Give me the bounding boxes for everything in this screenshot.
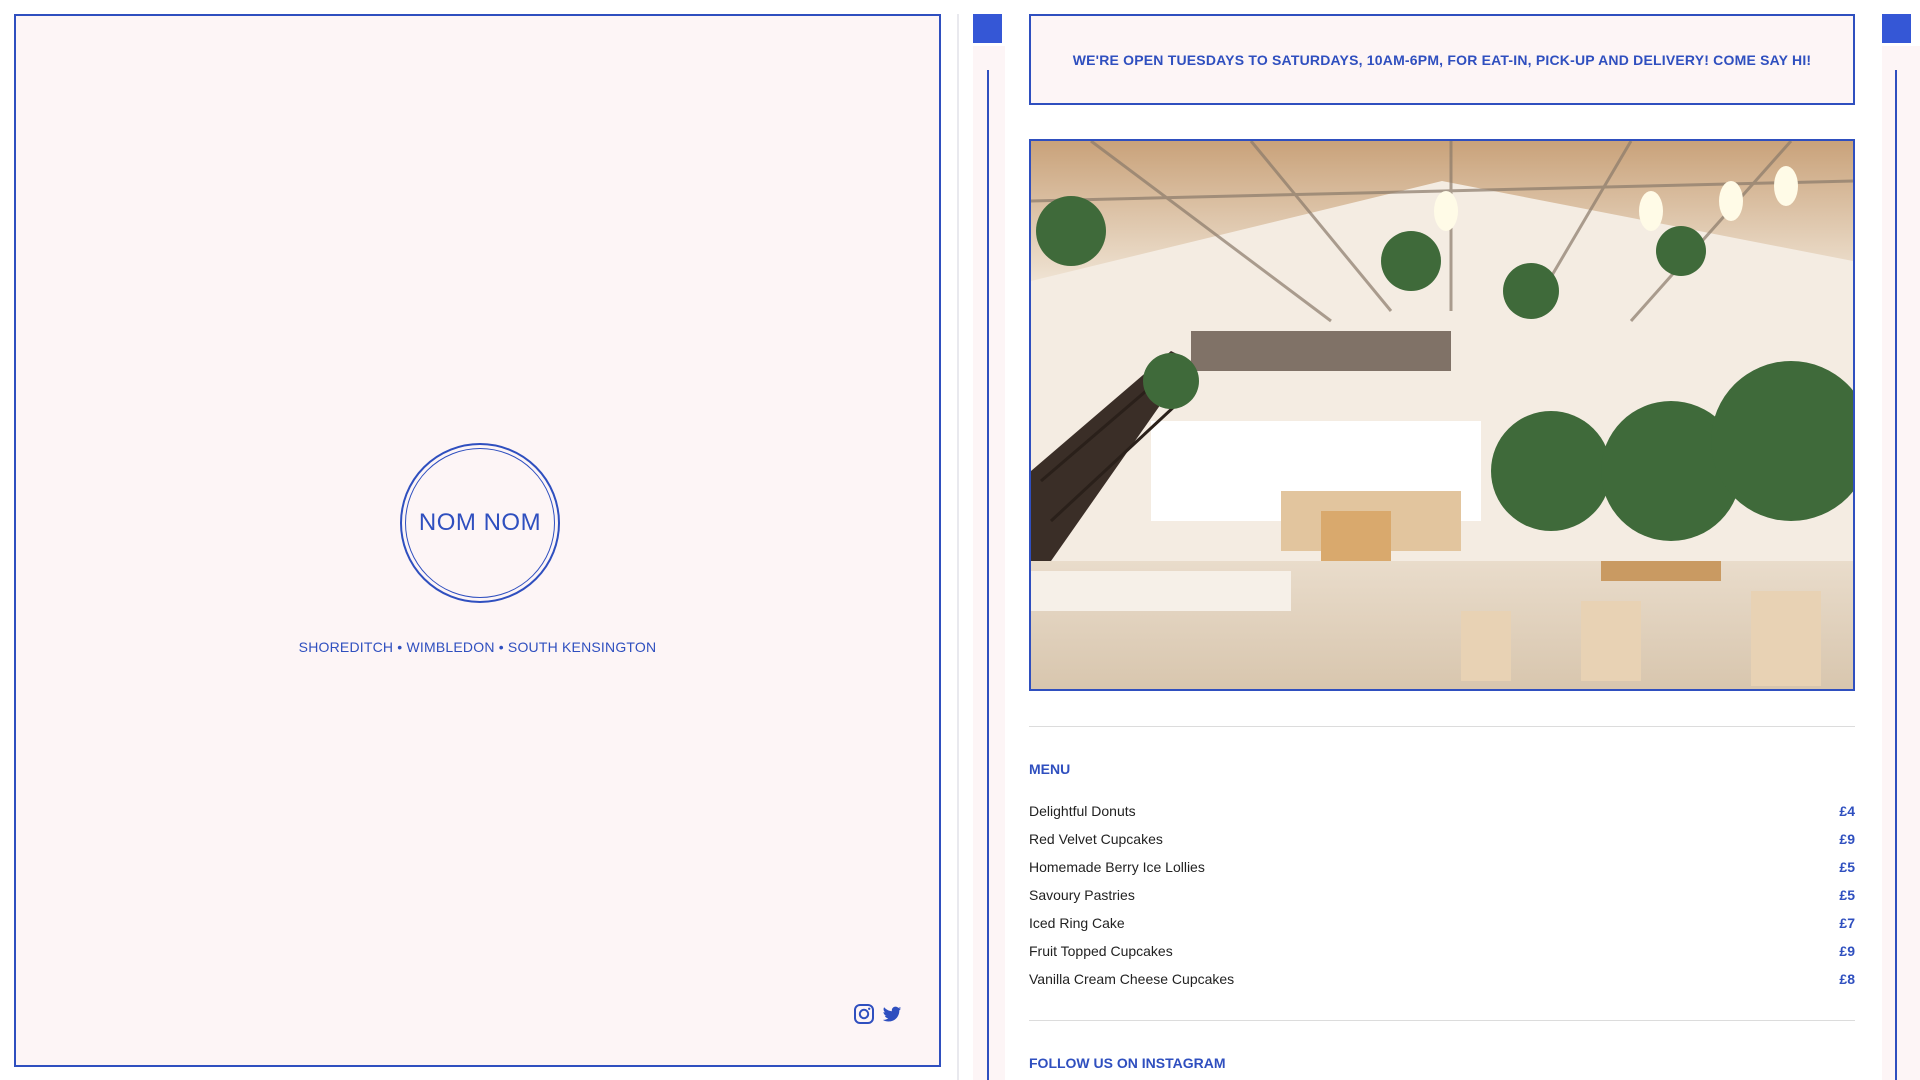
hero-panel: NOM NOM SHOREDITCH • WIMBLEDON • SOUTH K… bbox=[14, 14, 941, 1067]
menu-item-name: Fruit Topped Cupcakes bbox=[1029, 943, 1173, 959]
menu-item-name: Red Velvet Cupcakes bbox=[1029, 831, 1163, 847]
menu-item-name: Vanilla Cream Cheese Cupcakes bbox=[1029, 971, 1235, 987]
right-accent-line bbox=[1895, 70, 1897, 1080]
instagram-heading[interactable]: FOLLOW US ON INSTAGRAM bbox=[1029, 1055, 1855, 1071]
menu-list: Delightful Donuts £4 Red Velvet Cupcakes… bbox=[1029, 797, 1855, 993]
divider-line bbox=[957, 14, 959, 1080]
menu-item-price: £5 bbox=[1839, 887, 1855, 903]
menu-item-price: £8 bbox=[1839, 971, 1855, 987]
menu-item-price: £5 bbox=[1839, 859, 1855, 875]
menu-item-price: £7 bbox=[1839, 915, 1855, 931]
menu-item-price: £4 bbox=[1839, 803, 1855, 819]
opening-hours-banner: WE'RE OPEN TUESDAYS TO SATURDAYS, 10AM-6… bbox=[1029, 14, 1855, 105]
menu-item: Red Velvet Cupcakes £9 bbox=[1029, 825, 1855, 853]
menu-heading: MENU bbox=[1029, 761, 1071, 777]
section-divider bbox=[1029, 726, 1855, 727]
menu-item-name: Homemade Berry Ice Lollies bbox=[1029, 859, 1205, 875]
cafe-interior-photo bbox=[1029, 139, 1855, 691]
menu-item: Delightful Donuts £4 bbox=[1029, 797, 1855, 825]
instagram-icon[interactable] bbox=[853, 1003, 875, 1025]
section-divider bbox=[1029, 1020, 1855, 1021]
right-strip bbox=[1882, 46, 1920, 1080]
social-links bbox=[853, 1003, 903, 1025]
logo[interactable]: NOM NOM bbox=[400, 443, 560, 603]
menu-item: Fruit Topped Cupcakes £9 bbox=[1029, 937, 1855, 965]
main-content: WE'RE OPEN TUESDAYS TO SATURDAYS, 10AM-6… bbox=[1029, 14, 1855, 1071]
menu-item-name: Iced Ring Cake bbox=[1029, 915, 1125, 931]
logo-text: NOM NOM bbox=[418, 509, 542, 536]
menu-item-price: £9 bbox=[1839, 831, 1855, 847]
banner-text: WE'RE OPEN TUESDAYS TO SATURDAYS, 10AM-6… bbox=[1072, 51, 1812, 68]
menu-item: Savoury Pastries £5 bbox=[1029, 881, 1855, 909]
twitter-icon[interactable] bbox=[881, 1003, 903, 1025]
locations-list: SHOREDITCH • WIMBLEDON • SOUTH KENSINGTO… bbox=[298, 639, 657, 655]
divider-accent-line bbox=[987, 70, 989, 1080]
menu-item-price: £9 bbox=[1839, 943, 1855, 959]
menu-item: Homemade Berry Ice Lollies £5 bbox=[1029, 853, 1855, 881]
divider-strip bbox=[973, 46, 1005, 1080]
right-square bbox=[1882, 14, 1911, 43]
menu-item-name: Savoury Pastries bbox=[1029, 887, 1135, 903]
divider-square bbox=[973, 14, 1002, 43]
menu-item: Vanilla Cream Cheese Cupcakes £8 bbox=[1029, 965, 1855, 993]
menu-item: Iced Ring Cake £7 bbox=[1029, 909, 1855, 937]
menu-item-name: Delightful Donuts bbox=[1029, 803, 1136, 819]
